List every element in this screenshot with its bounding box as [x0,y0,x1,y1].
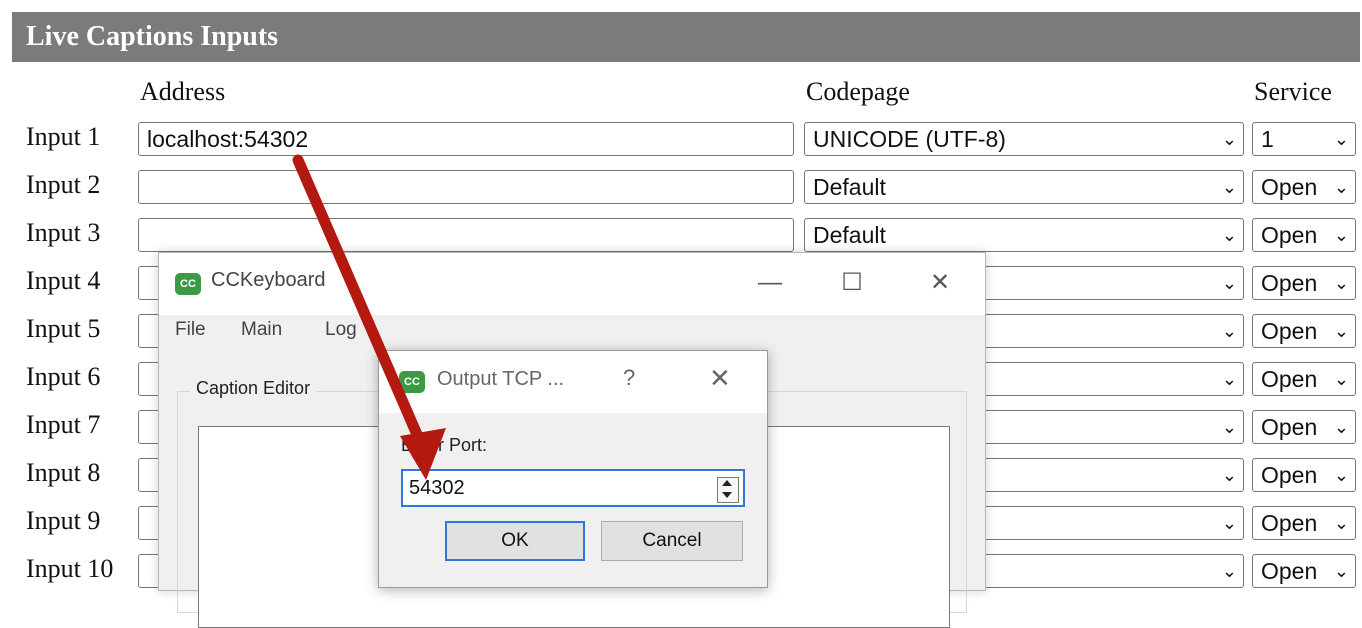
service-value: Open [1261,510,1318,536]
dialog-title: Output TCP ... [437,368,565,390]
service-value: Open [1261,366,1318,392]
menu-bar: File Main Log [159,315,985,349]
panel-title: Live Captions Inputs [12,12,1360,62]
chevron-down-icon[interactable]: ⌄ [1334,363,1349,395]
input-label: Input 3 [26,218,101,247]
port-spinbox[interactable]: 54302 [401,469,745,507]
codepage-select[interactable]: Default ⌄ [804,218,1244,252]
chevron-down-icon[interactable]: ⌄ [1222,507,1237,539]
codepage-value: UNICODE (UTF-8) [813,126,1006,152]
service-value: Open [1261,558,1318,584]
spin-down-icon[interactable] [722,492,732,498]
chevron-down-icon[interactable]: ⌄ [1222,363,1237,395]
dialog-close-button[interactable]: ✕ [709,363,731,394]
chevron-down-icon[interactable]: ⌄ [1334,507,1349,539]
codepage-select[interactable]: Default ⌄ [804,170,1244,204]
port-prompt-label: Enter Port: [401,435,488,455]
chevron-down-icon[interactable]: ⌄ [1222,123,1237,155]
chevron-down-icon[interactable]: ⌄ [1334,171,1349,203]
close-button[interactable]: ✕ [915,263,965,303]
chevron-down-icon[interactable]: ⌄ [1222,459,1237,491]
service-select[interactable]: Open ⌄ [1252,314,1356,348]
service-value: Open [1261,462,1318,488]
service-select[interactable]: 1 ⌄ [1252,122,1356,156]
service-select[interactable]: Open ⌄ [1252,170,1356,204]
service-select[interactable]: Open ⌄ [1252,218,1356,252]
menu-file[interactable]: File [175,319,206,341]
output-tcp-dialog: CC Output TCP ... ? ✕ Enter Port: 54302 … [378,350,768,588]
cckeyboard-titlebar[interactable]: CC CCKeyboard — ☐ ✕ [159,253,985,315]
service-select[interactable]: Open ⌄ [1252,554,1356,588]
address-input[interactable] [138,170,794,204]
column-header-address: Address [140,77,226,106]
chevron-down-icon[interactable]: ⌄ [1222,555,1237,587]
chevron-down-icon[interactable]: ⌄ [1334,459,1349,491]
minimize-button[interactable]: — [745,263,795,303]
chevron-down-icon[interactable]: ⌄ [1334,219,1349,251]
service-value: 1 [1261,126,1274,152]
chevron-down-icon[interactable]: ⌄ [1334,411,1349,443]
chevron-down-icon[interactable]: ⌄ [1222,267,1237,299]
input-label: Input 2 [26,170,101,199]
service-select[interactable]: Open ⌄ [1252,266,1356,300]
input-label: Input 9 [26,506,101,535]
input-label: Input 8 [26,458,101,487]
service-value: Open [1261,270,1318,296]
service-value: Open [1261,318,1318,344]
input-label: Input 6 [26,362,101,391]
menu-log[interactable]: Log [325,319,357,341]
service-select[interactable]: Open ⌄ [1252,362,1356,396]
service-select[interactable]: Open ⌄ [1252,410,1356,444]
port-value: 54302 [409,477,465,499]
chevron-down-icon[interactable]: ⌄ [1222,171,1237,203]
input-label: Input 7 [26,410,101,439]
chevron-down-icon[interactable]: ⌄ [1222,411,1237,443]
address-input[interactable] [138,218,794,252]
chevron-down-icon[interactable]: ⌄ [1334,315,1349,347]
spin-buttons[interactable] [717,477,739,503]
codepage-select[interactable]: UNICODE (UTF-8) ⌄ [804,122,1244,156]
input-label: Input 1 [26,122,101,151]
spin-up-icon[interactable] [722,480,732,486]
codepage-value: Default [813,174,886,200]
maximize-button[interactable]: ☐ [827,263,877,303]
chevron-down-icon[interactable]: ⌄ [1334,267,1349,299]
menu-main[interactable]: Main [241,319,282,341]
service-value: Open [1261,414,1318,440]
help-button[interactable]: ? [623,365,635,391]
service-select[interactable]: Open ⌄ [1252,506,1356,540]
input-label: Input 10 [26,554,114,583]
chevron-down-icon[interactable]: ⌄ [1334,555,1349,587]
service-value: Open [1261,174,1318,200]
codepage-value: Default [813,222,886,248]
input-label: Input 5 [26,314,101,343]
cc-app-icon: CC [399,371,425,393]
chevron-down-icon[interactable]: ⌄ [1222,315,1237,347]
cc-app-icon: CC [175,273,201,295]
column-header-codepage: Codepage [806,77,910,106]
ok-button[interactable]: OK [445,521,585,561]
column-header-service: Service [1254,77,1332,106]
service-value: Open [1261,222,1318,248]
input-label: Input 4 [26,266,101,295]
cancel-button[interactable]: Cancel [601,521,743,561]
address-input[interactable]: localhost:54302 [138,122,794,156]
service-select[interactable]: Open ⌄ [1252,458,1356,492]
chevron-down-icon[interactable]: ⌄ [1334,123,1349,155]
chevron-down-icon[interactable]: ⌄ [1222,219,1237,251]
window-title: CCKeyboard [211,269,326,291]
caption-editor-label: Caption Editor [190,378,317,399]
dialog-titlebar[interactable]: CC Output TCP ... ? ✕ [379,351,767,413]
